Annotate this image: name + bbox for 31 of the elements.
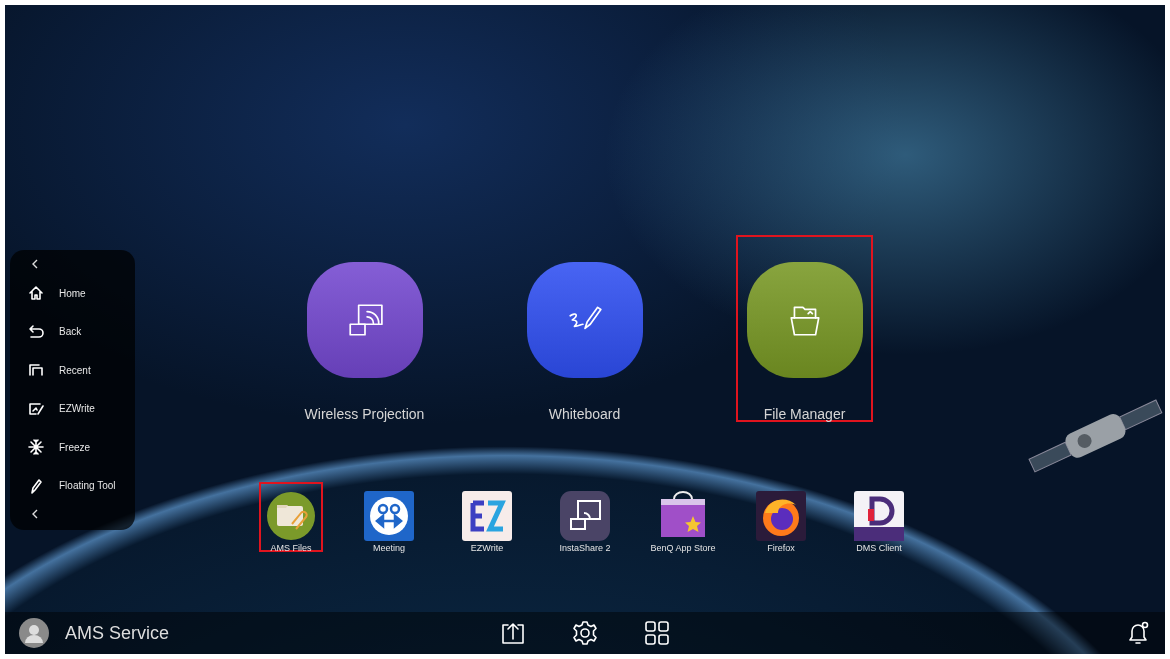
app-label[interactable]: EZWrite xyxy=(437,543,537,553)
menu-item-label[interactable]: Floating Tool xyxy=(59,480,116,492)
freeze-icon[interactable] xyxy=(27,438,45,457)
app-grid-icon[interactable] xyxy=(643,619,671,647)
menu-item-label[interactable]: Home xyxy=(59,287,86,299)
app-icon[interactable] xyxy=(746,262,863,378)
user-avatar-icon[interactable] xyxy=(19,618,49,648)
back-icon[interactable] xyxy=(27,322,45,341)
app-label[interactable]: File Manager xyxy=(698,406,911,422)
app-icon[interactable] xyxy=(462,491,512,541)
home-icon[interactable] xyxy=(27,284,45,303)
menu-item-label[interactable]: Freeze xyxy=(59,441,91,453)
app-icon[interactable] xyxy=(854,491,904,541)
app-icon[interactable] xyxy=(756,491,806,541)
chevron-left-icon[interactable] xyxy=(31,258,39,270)
settings-icon[interactable] xyxy=(571,619,599,647)
app-icon[interactable] xyxy=(306,262,423,378)
menu-item-label[interactable]: Back xyxy=(59,326,82,338)
user-name[interactable]: AMS Service xyxy=(65,622,170,644)
app-label[interactable]: Meeting xyxy=(339,543,439,553)
chevron-left-icon[interactable] xyxy=(31,508,39,520)
app-icon[interactable] xyxy=(560,491,610,541)
app-label[interactable]: InstaShare 2 xyxy=(535,543,635,553)
app-label[interactable]: Firefox xyxy=(731,543,831,553)
menu-item-label[interactable]: Recent xyxy=(59,364,91,376)
app-icon[interactable] xyxy=(266,491,316,541)
app-label[interactable]: Wireless Projection xyxy=(258,406,471,422)
app-label[interactable]: DMS Client xyxy=(829,543,929,553)
app-label[interactable]: Whiteboard xyxy=(478,406,691,422)
menu-item-label[interactable]: EZWrite xyxy=(59,403,95,415)
app-label[interactable]: BenQ App Store xyxy=(633,543,733,553)
